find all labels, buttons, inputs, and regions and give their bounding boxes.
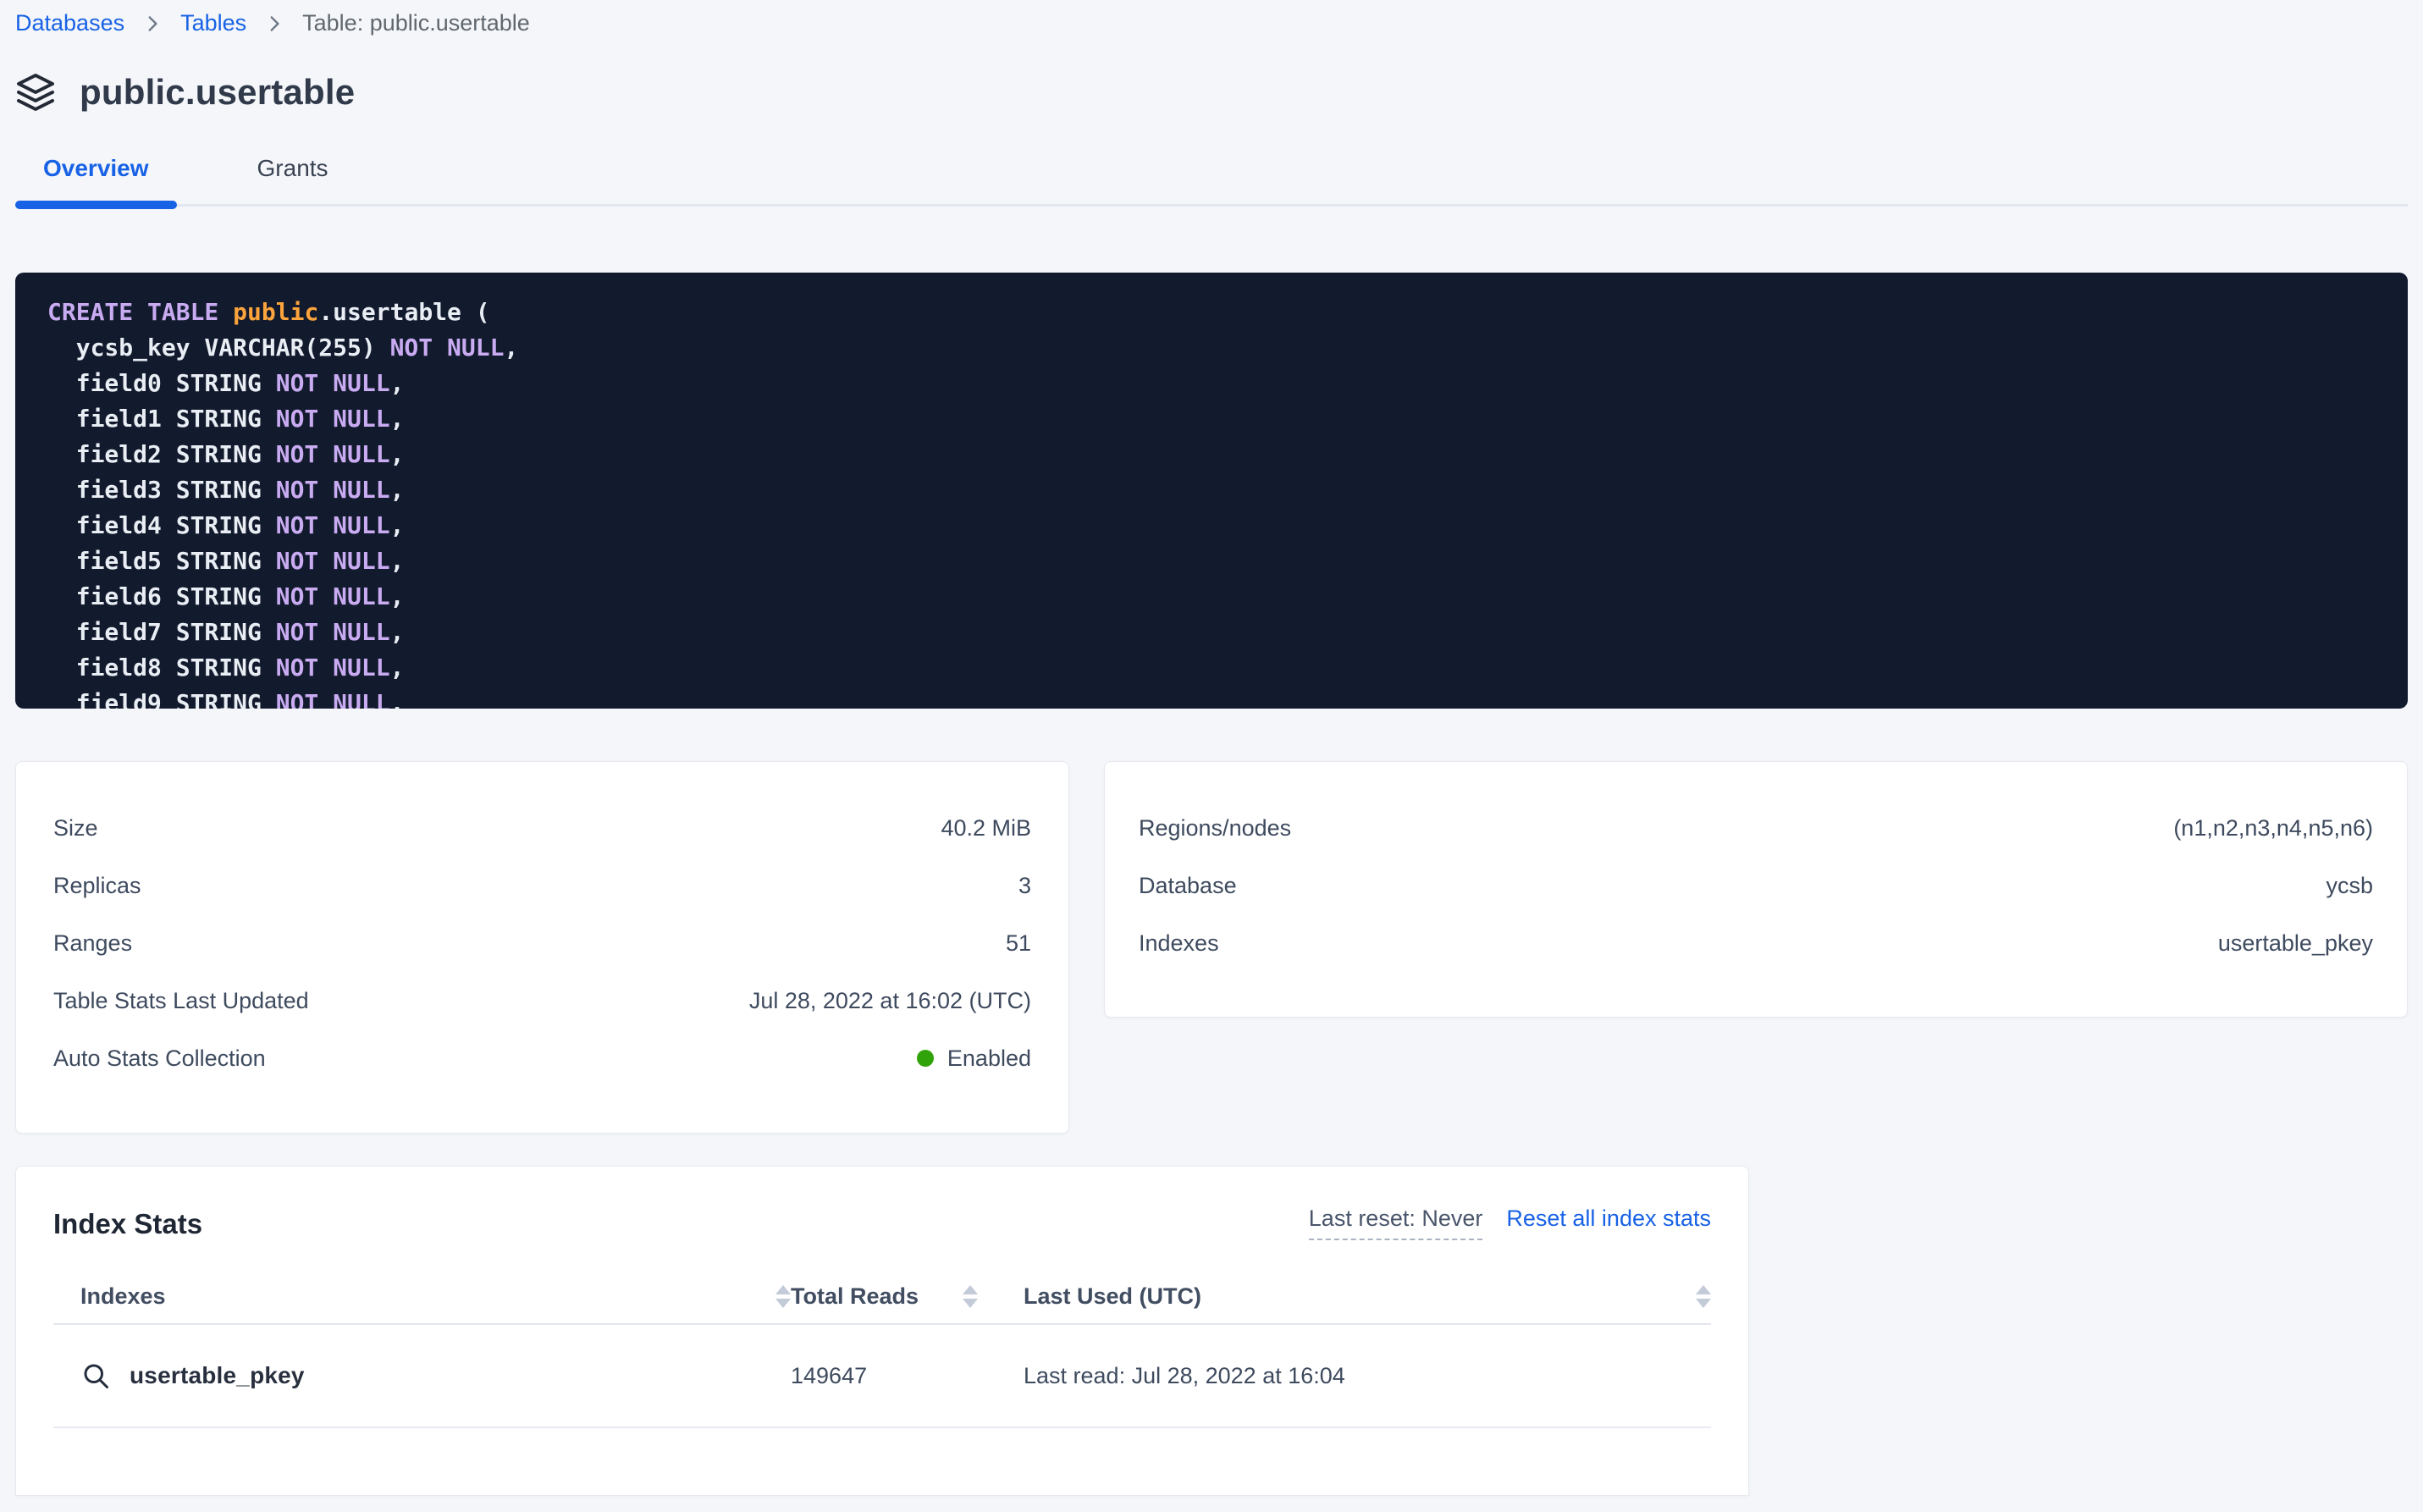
search-icon	[80, 1360, 111, 1391]
last-used-cell: Last read: Jul 28, 2022 at 16:04	[1024, 1363, 1711, 1389]
stat-value: 3	[1018, 873, 1031, 899]
create-table-sql: CREATE TABLE public.usertable ( ycsb_key…	[15, 273, 2408, 709]
page-title: public.usertable	[80, 72, 355, 113]
sort-icon[interactable]	[1696, 1285, 1711, 1308]
stat-value: 51	[1006, 930, 1031, 957]
column-header-indexes[interactable]: Indexes	[53, 1283, 791, 1310]
reset-index-stats-link[interactable]: Reset all index stats	[1506, 1206, 1711, 1232]
tab-grants[interactable]: Grants	[229, 143, 356, 204]
tab-overview[interactable]: Overview	[15, 143, 177, 204]
sort-icon[interactable]	[775, 1285, 791, 1308]
stat-value: ycsb	[2326, 873, 2373, 899]
stat-row-indexes: Indexes usertable_pkey	[1139, 914, 2373, 972]
stat-value: usertable_pkey	[2218, 930, 2373, 957]
last-reset-label: Last reset: Never	[1309, 1206, 1483, 1240]
breadcrumb-current: Table: public.usertable	[302, 10, 530, 36]
index-stats-table: Indexes Total Reads Last Used (UTC)	[53, 1269, 1711, 1428]
total-reads-value: 149647	[791, 1363, 867, 1389]
stat-row-database: Database ycsb	[1139, 857, 2373, 914]
stat-label: Auto Stats Collection	[53, 1046, 266, 1072]
breadcrumb-link-tables[interactable]: Tables	[180, 10, 246, 36]
total-reads-cell: 149647	[791, 1363, 1024, 1389]
index-name-cell: usertable_pkey	[53, 1360, 791, 1391]
stat-value: (n1,n2,n3,n4,n5,n6)	[2173, 815, 2373, 842]
layers-icon	[15, 72, 56, 113]
stat-row-auto-stats: Auto Stats Collection Enabled	[53, 1029, 1031, 1087]
index-stats-card: Index Stats Last reset: Never Reset all …	[15, 1166, 1749, 1496]
meta-stats-card: Regions/nodes (n1,n2,n3,n4,n5,n6) Databa…	[1104, 761, 2408, 1018]
column-label: Last Used (UTC)	[1024, 1283, 1201, 1310]
tab-bar: Overview Grants	[15, 143, 2408, 207]
column-header-total-reads[interactable]: Total Reads	[791, 1283, 1024, 1310]
column-label: Total Reads	[791, 1283, 919, 1310]
stat-label: Indexes	[1139, 930, 1219, 957]
index-name: usertable_pkey	[130, 1362, 305, 1389]
table-details-cards: Size 40.2 MiB Replicas 3 Ranges 51 Table…	[15, 761, 2408, 1134]
index-stats-header: Index Stats Last reset: Never Reset all …	[53, 1167, 1711, 1240]
index-stats-title: Index Stats	[53, 1208, 202, 1240]
stat-row-replicas: Replicas 3	[53, 857, 1031, 914]
column-header-last-used[interactable]: Last Used (UTC)	[1024, 1283, 1711, 1310]
stat-label: Replicas	[53, 873, 141, 899]
index-stats-actions: Last reset: Never Reset all index stats	[1309, 1206, 1711, 1240]
stat-row-ranges: Ranges 51	[53, 914, 1031, 972]
stat-value: Jul 28, 2022 at 16:02 (UTC)	[749, 988, 1031, 1014]
stat-label: Regions/nodes	[1139, 815, 1291, 842]
status-badge: Enabled	[917, 1046, 1031, 1072]
page-header: public.usertable	[15, 72, 2408, 113]
sort-icon[interactable]	[963, 1285, 978, 1308]
chevron-right-icon	[141, 13, 163, 35]
last-used-value: Last read: Jul 28, 2022 at 16:04	[1024, 1363, 1345, 1389]
stat-row-stats-updated: Table Stats Last Updated Jul 28, 2022 at…	[53, 972, 1031, 1029]
table-row[interactable]: usertable_pkey 149647 Last read: Jul 28,…	[53, 1325, 1711, 1428]
status-dot	[917, 1050, 934, 1067]
status-text: Enabled	[947, 1046, 1031, 1072]
size-stats-card: Size 40.2 MiB Replicas 3 Ranges 51 Table…	[15, 761, 1069, 1134]
breadcrumb: Databases Tables Table: public.usertable	[15, 0, 2408, 36]
breadcrumb-link-databases[interactable]: Databases	[15, 10, 124, 36]
stat-value: 40.2 MiB	[941, 815, 1031, 842]
stat-label: Table Stats Last Updated	[53, 988, 309, 1014]
chevron-right-icon	[263, 13, 285, 35]
column-label: Indexes	[80, 1283, 166, 1310]
stat-row-size: Size 40.2 MiB	[53, 799, 1031, 857]
stat-label: Ranges	[53, 930, 132, 957]
stat-label: Database	[1139, 873, 1237, 899]
table-header-row: Indexes Total Reads Last Used (UTC)	[53, 1269, 1711, 1325]
stat-label: Size	[53, 815, 98, 842]
stat-row-regions: Regions/nodes (n1,n2,n3,n4,n5,n6)	[1139, 799, 2373, 857]
